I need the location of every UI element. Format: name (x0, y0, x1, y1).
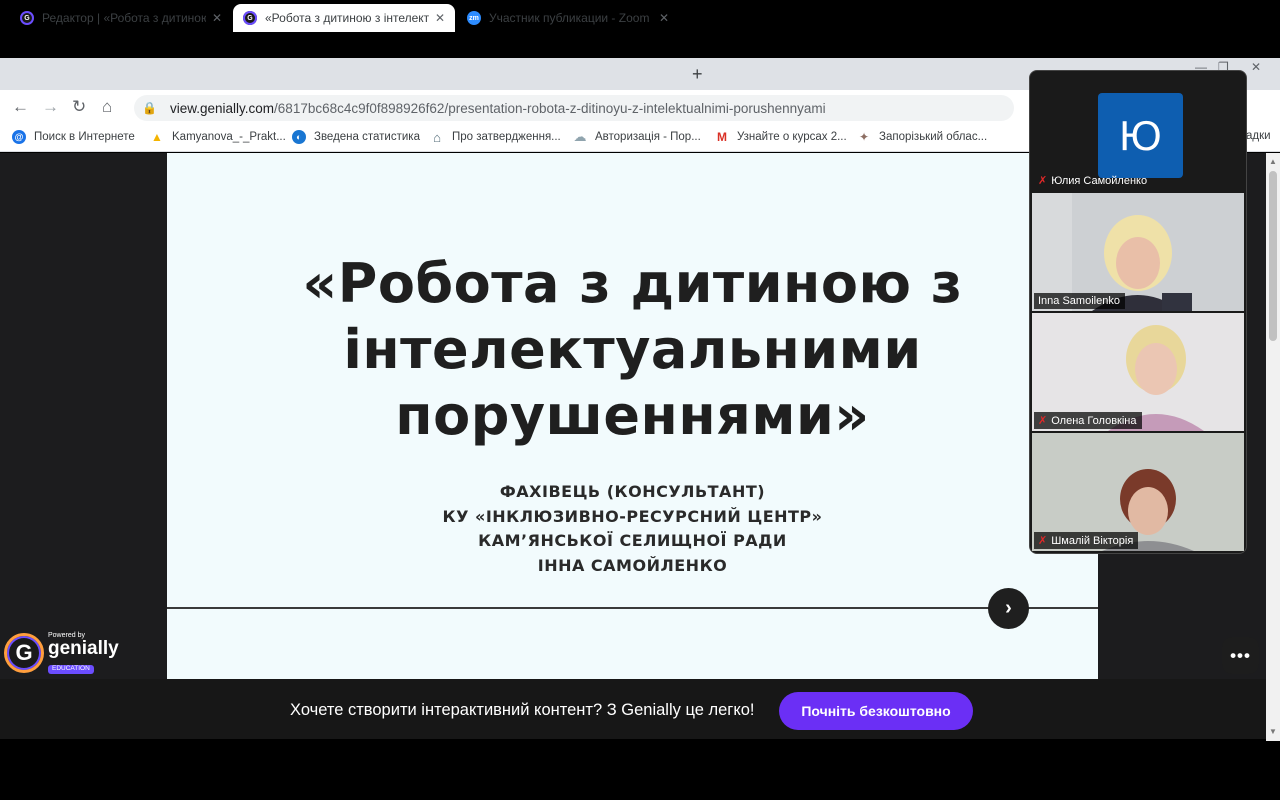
close-icon[interactable]: ✕ (659, 11, 669, 25)
bookmark-label: Kamyanova_-_Prakt... (172, 131, 286, 143)
genially-logo[interactable]: G Powered by genially EDUCATION (4, 632, 119, 674)
tab-genially-editor[interactable]: G Редактор | «Робота з дитиною з ✕ (10, 4, 232, 32)
slide-title-line: «Робота з дитиною з (302, 252, 963, 315)
slide-subtitle-line: КУ «ІНКЛЮЗИВНО-РЕСУРСНИЙ ЦЕНТР» (442, 506, 823, 526)
zoom-gallery-panel[interactable]: Ю ✗ Юлия Самойленко Inna Samoilenko ✗ Ол… (1029, 70, 1247, 554)
slide-title: «Робота з дитиною з інтелектуальними пор… (167, 251, 1098, 449)
avatar: Ю (1098, 93, 1183, 178)
reload-button[interactable]: ↻ (72, 97, 86, 117)
participant-name-text: Олена Головкіна (1051, 414, 1137, 427)
slide-subtitle-line: КАМ’ЯНСЬКОЇ СЕЛИЩНОЇ РАДИ (478, 531, 787, 550)
bookmark-zaporizhzhia[interactable]: ✦ Запорізький облас... (857, 130, 987, 144)
participant-name-text: Inna Samoilenko (1038, 295, 1120, 307)
muted-mic-icon: ✗ (1038, 415, 1048, 427)
at-icon: @ (12, 130, 26, 144)
tab-zoom[interactable]: zm Участник публикации - Zoom ✕ (457, 4, 679, 32)
home-button[interactable]: ⌂ (102, 97, 112, 117)
other-bookmarks[interactable]: адки (1246, 130, 1271, 142)
participant-name: ✗ Олена Головкіна (1034, 412, 1142, 429)
cloud-icon: ☁ (573, 129, 587, 144)
participant-name: ✗ Юлия Самойленко (1034, 172, 1152, 189)
tab-genially-view[interactable]: G «Робота з дитиною з інтелекту ✕ (233, 4, 455, 32)
bookmark-label: Про затвердження... (452, 131, 561, 143)
new-tab-button[interactable]: + (692, 64, 703, 85)
back-button[interactable]: ← (12, 97, 29, 117)
screen: G Редактор | «Робота з дитиною з ✕ G «Ро… (0, 0, 1280, 800)
bookmark-label: Запорізький облас... (879, 131, 988, 143)
participant-tile-olena[interactable]: ✗ Олена Головкіна (1032, 313, 1244, 431)
genially-mark-icon: G (4, 633, 44, 673)
building-icon: ⌂ (433, 129, 441, 145)
close-window-icon[interactable]: ✕ (1251, 60, 1261, 74)
bookmark-label: Поиск в Интернете (34, 131, 135, 143)
muted-mic-icon: ✗ (1038, 535, 1048, 547)
page-scrollbar[interactable]: ▲ ▼ (1266, 153, 1280, 741)
gmail-icon: M (717, 130, 727, 144)
emblem-icon: ✦ (858, 130, 870, 144)
bookmark-kamyanova[interactable]: ▲ Kamyanova_-_Prakt... (150, 130, 286, 144)
muted-mic-icon: ✗ (1038, 175, 1048, 187)
scroll-down-icon[interactable]: ▼ (1269, 727, 1277, 736)
participant-name-text: Шмалій Вікторія (1051, 534, 1134, 547)
close-icon[interactable]: ✕ (435, 11, 445, 25)
bookmark-courses[interactable]: M Узнайте о курсах 2... (715, 130, 847, 144)
bookmark-statistics[interactable]: ◐ Зведена статистика (292, 130, 420, 144)
close-icon[interactable]: ✕ (212, 11, 222, 25)
lock-icon[interactable]: 🔒 (142, 101, 158, 115)
promo-text: Хочете створити інтерактивний контент? З… (290, 701, 755, 719)
slide-subtitle-line: ІННА САМОЙЛЕНКО (537, 555, 728, 575)
participant-name-text: Юлия Самойленко (1051, 174, 1148, 187)
slide-title-line: інтелектуальними (343, 318, 922, 381)
bookmark-search[interactable]: @ Поиск в Интернете (12, 130, 135, 144)
bookmark-approval[interactable]: ⌂ Про затвердження... (430, 129, 561, 145)
url-host: view.genially.com (170, 100, 275, 116)
presentation-slide: «Робота з дитиною з інтелектуальними пор… (167, 153, 1098, 679)
chevron-right-icon: › (1005, 597, 1012, 619)
slide-subtitle: ФАХІВЕЦЬ (КОНСУЛЬТАНТ) КУ «ІНКЛЮЗИВНО-РЕ… (167, 480, 1098, 578)
tab-title: Редактор | «Робота з дитиною з (42, 11, 206, 25)
start-free-button[interactable]: Почніть безкоштовно (779, 692, 973, 730)
participant-tile-inna[interactable]: Inna Samoilenko (1032, 193, 1244, 311)
participant-name: ✗ Шмалій Вікторія (1034, 532, 1139, 549)
bookmark-authorization[interactable]: ☁ Авторизація - Пор... (573, 129, 701, 144)
scrollbar-thumb[interactable] (1269, 171, 1277, 341)
more-options-button[interactable]: ••• (1222, 637, 1259, 674)
url-path: /6817bc68c4c9f0f898926f62/presentation-r… (274, 100, 826, 116)
genially-icon: G (20, 11, 34, 25)
tab-title: Участник публикации - Zoom (489, 11, 650, 25)
genially-wordmark: genially (48, 638, 119, 659)
participant-tile-viktoria[interactable]: ✗ Шмалій Вікторія (1032, 433, 1244, 551)
zoom-icon: zm (467, 11, 481, 25)
slide-title-line: порушеннями» (395, 384, 870, 447)
tab-title: «Робота з дитиною з інтелекту (265, 11, 429, 25)
address-bar[interactable]: 🔒 view.genially.com/6817bc68c4c9f0f89892… (134, 95, 1014, 121)
genially-icon: G (243, 11, 257, 25)
scroll-up-icon[interactable]: ▲ (1269, 157, 1277, 166)
next-slide-button[interactable]: › (988, 588, 1029, 629)
forward-button[interactable]: → (42, 97, 59, 117)
slide-subtitle-line: ФАХІВЕЦЬ (КОНСУЛЬТАНТ) (499, 482, 766, 501)
participant-tile-yulia[interactable]: Ю ✗ Юлия Самойленко (1032, 73, 1244, 191)
slide-divider (167, 607, 1098, 609)
participant-name: Inna Samoilenko (1034, 293, 1125, 309)
bookmark-label: Зведена статистика (314, 131, 420, 143)
bookmark-label: Узнайте о курсах 2... (737, 131, 847, 143)
globe-icon: ◐ (292, 130, 306, 144)
bookmark-label: Авторизація - Пор... (595, 131, 701, 143)
education-badge: EDUCATION (48, 665, 94, 674)
drive-icon: ▲ (151, 130, 163, 144)
